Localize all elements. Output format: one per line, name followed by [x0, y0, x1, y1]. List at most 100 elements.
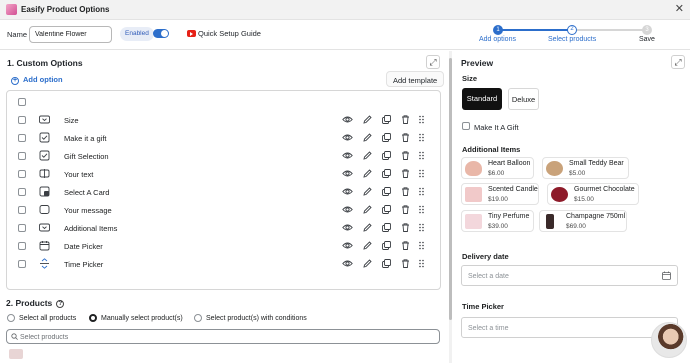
trash-icon[interactable] — [400, 222, 411, 233]
radio-label[interactable]: Select all products — [19, 315, 76, 322]
row-checkbox[interactable] — [18, 188, 26, 196]
duplicate-icon[interactable] — [381, 114, 392, 125]
enabled-toggle[interactable] — [153, 29, 169, 38]
step-2-indicator[interactable]: 2 — [567, 25, 577, 35]
drag-handle-icon[interactable] — [416, 204, 427, 215]
duplicate-icon[interactable] — [381, 150, 392, 161]
trash-icon[interactable] — [400, 240, 411, 251]
expand-icon[interactable]: ⤢ — [426, 55, 440, 69]
help-icon[interactable]: ? — [56, 299, 65, 308]
option-row[interactable]: Gift Selection — [7, 147, 442, 165]
drag-handle-icon[interactable] — [416, 258, 427, 269]
eye-icon[interactable] — [342, 186, 353, 197]
option-row[interactable]: Your message — [7, 201, 442, 219]
eye-icon[interactable] — [342, 168, 353, 179]
drag-handle-icon[interactable] — [416, 114, 427, 125]
row-checkbox[interactable] — [18, 116, 26, 124]
drag-handle-icon[interactable] — [416, 132, 427, 143]
row-checkbox[interactable] — [18, 170, 26, 178]
additional-item[interactable]: Tiny Perfume $39.00 — [461, 210, 534, 232]
row-checkbox[interactable] — [18, 224, 26, 232]
option-row[interactable]: Your text — [7, 165, 442, 183]
date-picker-input[interactable]: Select a date — [461, 265, 678, 286]
support-chat-avatar[interactable] — [651, 322, 687, 358]
pencil-icon[interactable] — [362, 186, 373, 197]
option-row[interactable]: Additional Items — [7, 219, 442, 237]
duplicate-icon[interactable] — [381, 204, 392, 215]
row-checkbox[interactable] — [18, 206, 26, 214]
pencil-icon[interactable] — [362, 204, 373, 215]
row-checkbox[interactable] — [18, 260, 26, 268]
quick-setup-guide-link[interactable]: Quick Setup Guide — [198, 29, 261, 38]
gift-checkbox[interactable] — [462, 122, 470, 130]
close-icon[interactable]: ✕ — [675, 3, 684, 15]
product-search-input[interactable] — [20, 332, 420, 342]
additional-item[interactable]: Scented Candle $19.00 — [461, 183, 539, 205]
option-row[interactable]: Time Picker — [7, 255, 442, 273]
drag-handle-icon[interactable] — [416, 240, 427, 251]
radio-manual-products[interactable] — [89, 314, 97, 322]
option-row[interactable]: Select A Card — [7, 183, 442, 201]
eye-icon[interactable] — [342, 222, 353, 233]
pencil-icon[interactable] — [362, 114, 373, 125]
add-option-button[interactable]: + Add option — [11, 75, 63, 85]
product-search[interactable] — [6, 329, 440, 344]
size-option-standard[interactable]: Standard — [462, 88, 502, 110]
additional-item[interactable]: Heart Balloon $6.00 — [461, 157, 534, 179]
duplicate-icon[interactable] — [381, 186, 392, 197]
duplicate-icon[interactable] — [381, 258, 392, 269]
name-label: Name — [7, 30, 28, 39]
trash-icon[interactable] — [400, 150, 411, 161]
add-template-button[interactable]: Add template — [386, 71, 445, 87]
step-1-label[interactable]: Add options — [479, 36, 516, 43]
additional-item[interactable]: Champagne 750ml $69.00 — [539, 210, 627, 232]
row-checkbox[interactable] — [18, 152, 26, 160]
step-1-indicator[interactable]: 1 — [493, 25, 503, 35]
row-checkbox[interactable] — [18, 242, 26, 250]
trash-icon[interactable] — [400, 168, 411, 179]
eye-icon[interactable] — [342, 258, 353, 269]
drag-handle-icon[interactable] — [416, 150, 427, 161]
trash-icon[interactable] — [400, 258, 411, 269]
option-row[interactable]: Size — [7, 111, 442, 129]
pencil-icon[interactable] — [362, 150, 373, 161]
trash-icon[interactable] — [400, 114, 411, 125]
eye-icon[interactable] — [342, 204, 353, 215]
gift-label: Make It A Gift — [474, 123, 519, 132]
pencil-icon[interactable] — [362, 258, 373, 269]
duplicate-icon[interactable] — [381, 240, 392, 251]
pencil-icon[interactable] — [362, 132, 373, 143]
step-2-label[interactable]: Select products — [548, 36, 596, 43]
trash-icon[interactable] — [400, 132, 411, 143]
time-picker-input[interactable]: Select a time — [461, 317, 678, 338]
option-row[interactable]: Date Picker — [7, 237, 442, 255]
trash-icon[interactable] — [400, 204, 411, 215]
size-option-deluxe[interactable]: Deluxe — [508, 88, 539, 110]
pencil-icon[interactable] — [362, 222, 373, 233]
drag-handle-icon[interactable] — [416, 186, 427, 197]
drag-handle-icon[interactable] — [416, 222, 427, 233]
eye-icon[interactable] — [342, 240, 353, 251]
drag-handle-icon[interactable] — [416, 168, 427, 179]
heart-balloon-image — [465, 161, 482, 176]
duplicate-icon[interactable] — [381, 168, 392, 179]
select-all-checkbox[interactable] — [18, 98, 26, 106]
duplicate-icon[interactable] — [381, 222, 392, 233]
eye-icon[interactable] — [342, 150, 353, 161]
duplicate-icon[interactable] — [381, 132, 392, 143]
pencil-icon[interactable] — [362, 168, 373, 179]
radio-label[interactable]: Manually select product(s) — [101, 315, 183, 322]
radio-conditional-products[interactable] — [194, 314, 202, 322]
additional-item[interactable]: Gourmet Chocolate $15.00 — [547, 183, 639, 205]
additional-item[interactable]: Small Teddy Bear $5.00 — [542, 157, 629, 179]
row-checkbox[interactable] — [18, 134, 26, 142]
trash-icon[interactable] — [400, 186, 411, 197]
radio-label[interactable]: Select product(s) with conditions — [206, 315, 307, 322]
option-set-name-input[interactable] — [29, 26, 112, 43]
pencil-icon[interactable] — [362, 240, 373, 251]
eye-icon[interactable] — [342, 114, 353, 125]
eye-icon[interactable] — [342, 132, 353, 143]
option-row[interactable]: Make it a gift — [7, 129, 442, 147]
expand-icon[interactable]: ⤢ — [671, 55, 685, 69]
radio-all-products[interactable] — [7, 314, 15, 322]
